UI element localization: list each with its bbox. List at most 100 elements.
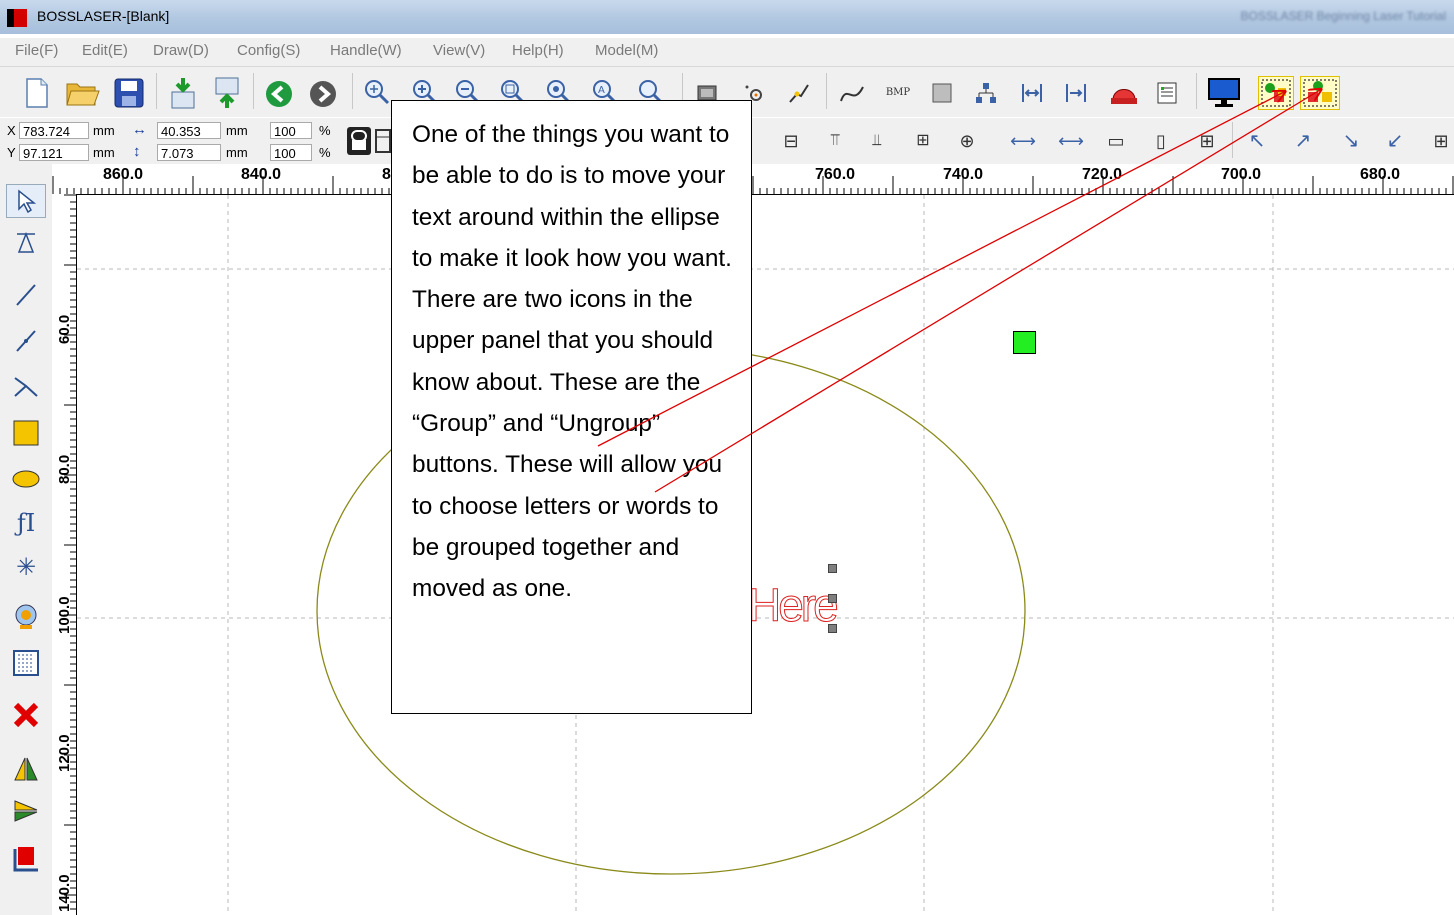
ruler-label: 720.0 (1082, 166, 1123, 183)
rectangle-tool-icon[interactable] (6, 416, 46, 450)
align-right-icon[interactable] (1062, 79, 1090, 107)
menu-file[interactable]: File(F) (15, 42, 58, 59)
menu-handle[interactable]: Handle(W) (330, 42, 402, 59)
top-ruler: 860.0 840.0 8 760.0 740.0 720.0 700.0 68… (52, 164, 1454, 195)
move-bottom-left-icon[interactable]: ↙ (1382, 128, 1408, 154)
mirror-vertical-icon[interactable] (6, 794, 46, 828)
layout-icon[interactable] (374, 124, 392, 158)
ruler-label: 80.0 (56, 454, 73, 484)
same-size-icon[interactable]: ⊞ (1194, 128, 1220, 154)
width-field[interactable]: 40.353 (157, 122, 221, 139)
line-tool-icon[interactable] (6, 278, 46, 312)
point-tool-icon[interactable]: ✳ (6, 550, 46, 584)
menu-model[interactable]: Model(M) (595, 42, 658, 59)
space-v-icon[interactable]: ⟷ (1058, 128, 1084, 154)
ruler-label: 8 (382, 166, 391, 183)
curve-icon[interactable] (838, 79, 866, 107)
align-left-edge-icon[interactable]: ⊟ (778, 128, 804, 154)
selection-handle[interactable] (828, 624, 837, 633)
new-file-icon[interactable] (22, 76, 52, 110)
scale-y-percent: % (319, 145, 331, 160)
gray-box-icon[interactable] (928, 79, 956, 107)
forward-icon[interactable] (308, 79, 338, 109)
app-icon (7, 9, 27, 27)
menu-help[interactable]: Help(H) (512, 42, 564, 59)
camera-icon[interactable] (6, 600, 46, 634)
array-tool-icon[interactable] (6, 646, 46, 680)
export-icon[interactable] (212, 75, 242, 111)
center-page-icon[interactable]: ⊞ (1428, 128, 1454, 154)
menu-bar: File(F) Edit(E) Draw(D) Config(S) Handle… (0, 38, 1454, 67)
ruler-label: 120.0 (56, 734, 73, 772)
height-arrow-icon: ↕ (133, 143, 141, 160)
lock-ratio-icon[interactable] (344, 124, 374, 158)
callout-box: One of the things you want to be able to… (391, 100, 752, 714)
y-unit: mm (93, 145, 115, 160)
ruler-label: 840.0 (241, 166, 282, 183)
move-top-right-icon[interactable]: ↗ (1290, 128, 1316, 154)
selection-handle[interactable] (828, 594, 837, 603)
text-tool-icon[interactable]: ƒI (6, 506, 46, 540)
here-text-object[interactable]: Here (748, 578, 840, 632)
align-bottom-icon[interactable]: ⫫ (864, 128, 890, 154)
drawing-canvas[interactable] (77, 195, 1454, 915)
menu-draw[interactable]: Draw(D) (153, 42, 209, 59)
window-title-blurred: BOSSLASER Beginning Laser Tutorial (1240, 9, 1446, 23)
y-label: Y (7, 145, 16, 160)
scale-x-field[interactable]: 100 (270, 122, 312, 139)
selection-handle[interactable] (828, 564, 837, 573)
x-label: X (7, 123, 16, 138)
group-icon[interactable] (1258, 76, 1294, 110)
pen-icon[interactable] (785, 79, 813, 107)
menu-view[interactable]: View(V) (433, 42, 485, 59)
save-icon[interactable] (112, 76, 146, 110)
ruler-label: 760.0 (815, 166, 856, 183)
ruler-label: 860.0 (103, 166, 144, 183)
grid-icon[interactable] (1153, 79, 1181, 107)
monitor-icon[interactable] (1206, 76, 1242, 110)
x-position-field[interactable]: 783.724 (19, 122, 89, 139)
align-middle-icon[interactable]: ⊕ (954, 128, 980, 154)
same-width-icon[interactable]: ▭ (1103, 128, 1129, 154)
y-position-field[interactable]: 97.121 (19, 144, 89, 161)
menu-config[interactable]: Config(S) (237, 42, 300, 59)
same-height-icon[interactable]: ▯ (1148, 128, 1174, 154)
delete-icon[interactable] (6, 698, 46, 732)
move-bottom-right-icon[interactable]: ↘ (1338, 128, 1364, 154)
menu-edit[interactable]: Edit(E) (82, 42, 128, 59)
zoom-in-icon[interactable] (362, 77, 392, 107)
scale-x-percent: % (319, 123, 331, 138)
ellipse-tool-icon[interactable] (6, 462, 46, 496)
move-top-left-icon[interactable]: ↖ (1244, 128, 1270, 154)
polyline-tool-icon[interactable] (6, 324, 46, 358)
laser-icon[interactable] (1108, 77, 1140, 107)
width-arrow-icon: ↔ (132, 121, 147, 138)
left-toolbox: ƒI ✳ (0, 164, 52, 915)
height-field[interactable]: 7.073 (157, 144, 221, 161)
scale-y-field[interactable]: 100 (270, 144, 312, 161)
selection-marker[interactable] (1013, 331, 1036, 354)
height-unit: mm (226, 145, 248, 160)
align-top-icon[interactable]: ⫪ (822, 128, 848, 154)
ruler-label: 100.0 (56, 596, 73, 634)
open-folder-icon[interactable] (65, 76, 101, 110)
select-arrow-icon[interactable] (6, 184, 46, 218)
x-unit: mm (93, 123, 115, 138)
curve-tool-icon[interactable] (6, 370, 46, 404)
back-icon[interactable] (264, 79, 294, 109)
ruler-label: 60.0 (56, 314, 73, 344)
left-ruler: 60.0 80.0 100.0 120.0 140.0 (52, 194, 77, 915)
group-tree-icon[interactable] (972, 79, 1000, 107)
node-edit-icon[interactable] (6, 226, 46, 260)
ruler-label: 700.0 (1221, 166, 1262, 183)
ruler-label: 140.0 (56, 874, 73, 912)
mirror-horizontal-icon[interactable] (6, 752, 46, 786)
import-icon[interactable] (168, 75, 198, 111)
width-unit: mm (226, 123, 248, 138)
ungroup-icon[interactable] (1300, 76, 1340, 110)
space-h-icon[interactable]: ⟷ (1010, 128, 1036, 154)
output-icon[interactable] (6, 842, 46, 876)
align-h-icon[interactable] (1018, 79, 1046, 107)
align-center-icon[interactable]: ⊞ (910, 128, 936, 154)
bmp-icon[interactable]: BMP (882, 81, 914, 105)
